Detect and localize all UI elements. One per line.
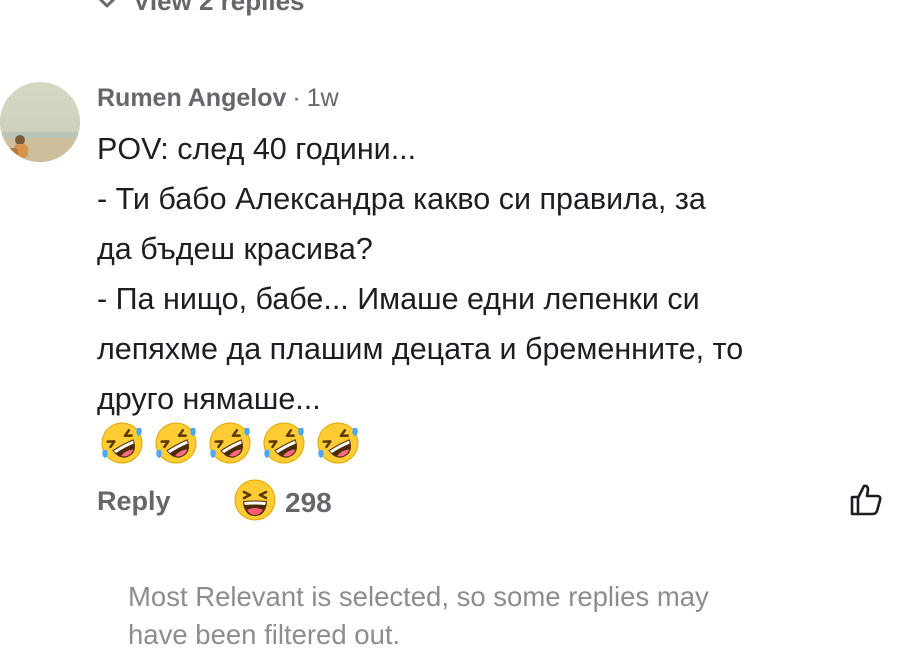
reaction-summary[interactable]: 298 — [233, 478, 332, 527]
view-replies-label: View 2 replies — [133, 0, 305, 16]
view-replies-link[interactable]: View 2 replies — [95, 0, 305, 17]
comment-text-line: да бъдеш красива? — [97, 232, 373, 266]
filter-notice-line: Most Relevant is selected, so some repli… — [128, 581, 709, 612]
rolling-on-the-floor-laughing-emoji-icon — [99, 420, 145, 466]
chevron-down-icon — [95, 0, 119, 10]
rolling-on-the-floor-laughing-emoji-icon — [153, 420, 199, 466]
comment-text-line: друго нямаше... — [97, 382, 321, 416]
reply-button[interactable]: Reply — [97, 486, 171, 517]
comment-author[interactable]: Rumen Angelov — [97, 84, 286, 113]
rolling-on-the-floor-laughing-emoji-icon — [207, 420, 253, 466]
comment-actions: Reply 298 — [97, 478, 897, 526]
filter-notice: Most Relevant is selected, so some repli… — [128, 578, 848, 654]
filter-notice-line: have been filtered out. — [128, 619, 401, 650]
comment: Rumen Angelov · 1w POV: след 40 години..… — [97, 84, 907, 424]
emoji-row — [99, 420, 361, 466]
comment-timestamp[interactable]: 1w — [307, 84, 339, 113]
meta-separator: · — [292, 84, 301, 112]
comment-text-line: - Ти бабо Александра какво си правила, з… — [97, 182, 706, 216]
haha-reaction-icon — [233, 478, 277, 527]
comment-text-line: - Па нищо, бабе... Имаше едни лепенки си — [97, 282, 700, 316]
comment-text-line: лепяхме да плашим децата и бременните, т… — [97, 332, 744, 366]
rolling-on-the-floor-laughing-emoji-icon — [261, 420, 307, 466]
avatar[interactable] — [0, 82, 80, 162]
comment-text: POV: след 40 години... - Ти бабо Алексан… — [97, 124, 905, 424]
rolling-on-the-floor-laughing-emoji-icon — [315, 420, 361, 466]
reaction-count: 298 — [285, 486, 332, 518]
thumbs-up-outline-icon[interactable] — [848, 482, 884, 523]
comment-text-line: POV: след 40 години... — [97, 132, 417, 166]
comment-meta: Rumen Angelov · 1w — [97, 84, 907, 120]
